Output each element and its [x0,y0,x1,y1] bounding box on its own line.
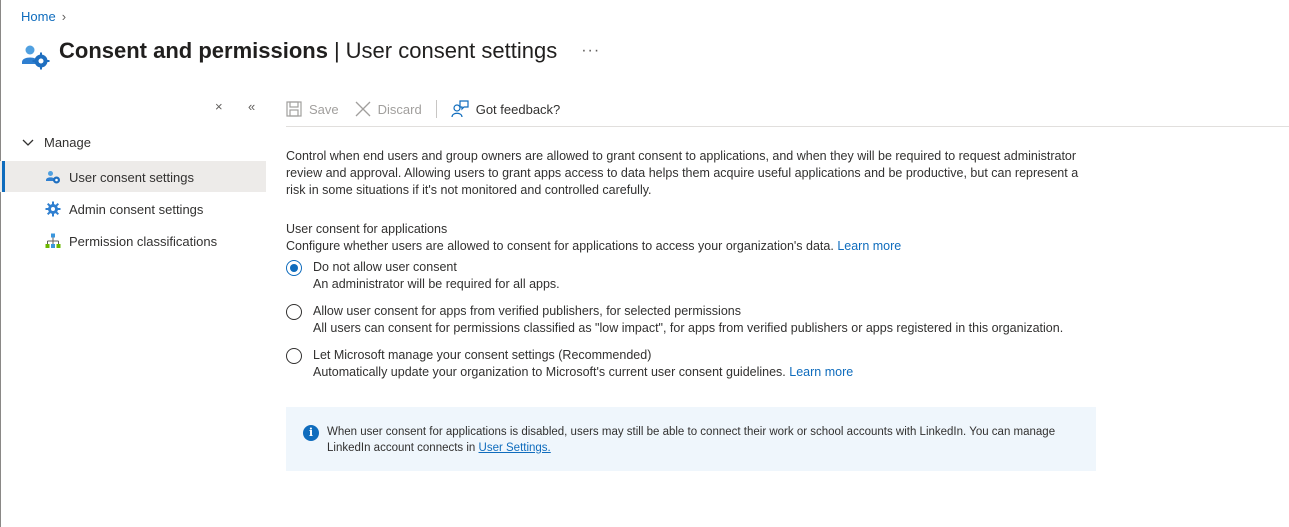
gear-icon [45,201,61,217]
chevron-down-icon [22,139,34,146]
hierarchy-icon [45,233,61,248]
option-description: An administrator will be required for al… [313,277,560,291]
feedback-label: Got feedback? [475,101,561,117]
sidebar-group-manage[interactable]: Manage [22,135,91,150]
left-border [0,0,1,527]
sidebar-item-user-consent-settings[interactable]: User consent settings [0,161,266,192]
info-message: When user consent for applications is di… [327,426,1056,454]
command-bar: Save Discard Got feedback? [286,97,560,121]
section-description-text: Configure whether users are allowed to c… [286,239,834,253]
consent-option-verified-publishers[interactable]: Allow user consent for apps from verifie… [286,303,1096,337]
toolbar-divider-line [286,126,1289,127]
sidebar-group-label: Manage [44,135,91,150]
radio-button[interactable] [286,304,302,320]
learn-more-link[interactable]: Learn more [837,239,901,253]
sidebar-item-admin-consent-settings[interactable]: Admin consent settings [0,193,266,224]
save-button[interactable]: Save [286,101,339,117]
sidebar-item-label: Admin consent settings [69,202,204,217]
collapse-icon[interactable]: « [248,99,255,114]
save-label: Save [309,101,339,117]
user-settings-link[interactable]: User Settings. [479,442,551,454]
breadcrumb-home-link[interactable]: Home [21,9,56,24]
option-label: Do not allow user consent [313,260,457,274]
radio-button[interactable] [286,348,302,364]
save-icon [286,101,302,117]
page-subtitle: User consent settings [345,38,558,63]
page-description: Control when end users and group owners … [286,149,1079,197]
chevron-right-icon: › [61,9,67,24]
section-title: User consent for applications [286,222,448,236]
close-icon[interactable]: × [215,99,223,114]
consent-option-microsoft-managed[interactable]: Let Microsoft manage your consent settin… [286,347,1096,381]
option-description-text: Automatically update your organization t… [313,365,786,379]
main-content: Control when end users and group owners … [286,148,1096,381]
page-header: Consent and permissions | User consent s… [20,34,600,70]
info-text: When user consent for applications is di… [327,424,1067,456]
discard-label: Discard [377,101,422,117]
feedback-icon [451,100,469,118]
info-banner: i When user consent for applications is … [286,407,1096,471]
sidebar-item-label: User consent settings [69,170,195,185]
title-separator: | [333,38,340,63]
users-gear-icon [46,171,60,184]
learn-more-link[interactable]: Learn more [789,365,853,379]
radio-button-checked[interactable] [286,260,302,276]
option-label: Allow user consent for apps from verifie… [313,304,741,318]
info-icon: i [303,425,319,441]
breadcrumb: Home › [21,9,66,24]
sidebar-item-label: Permission classifications [69,234,218,249]
page-title: Consent and permissions [59,38,328,63]
option-description: All users can consent for permissions cl… [313,321,1064,335]
option-description: Automatically update your organization t… [313,364,1096,381]
feedback-button[interactable]: Got feedback? [451,100,561,118]
consent-option-do-not-allow[interactable]: Do not allow user consent An administrat… [286,259,1096,293]
section-description: Configure whether users are allowed to c… [286,238,1096,255]
toolbar-divider [435,100,437,118]
discard-button[interactable]: Discard [355,101,422,117]
users-gear-icon [22,45,50,70]
close-icon [355,101,371,117]
sidebar-item-permission-classifications[interactable]: Permission classifications [0,225,266,256]
more-options-button[interactable]: ··· [581,42,600,60]
option-label: Let Microsoft manage your consent settin… [313,348,652,362]
